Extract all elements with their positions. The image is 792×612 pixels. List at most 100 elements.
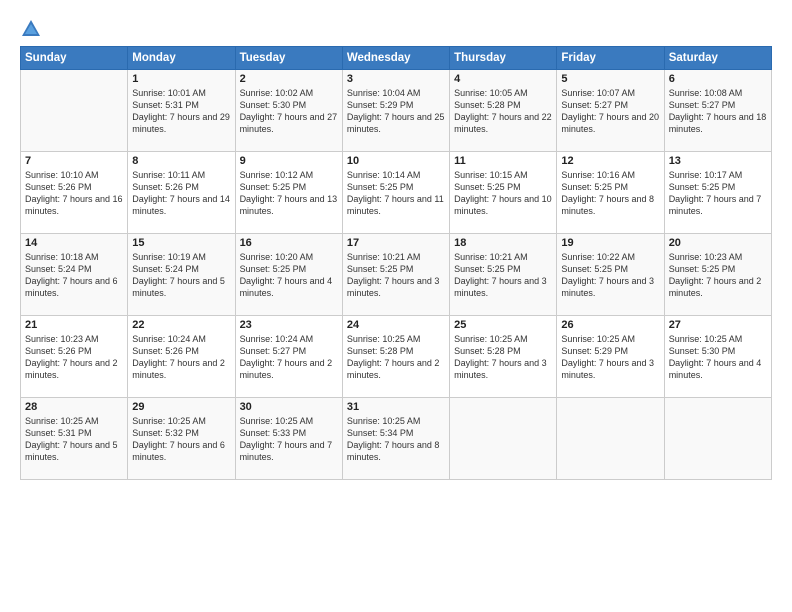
calendar-cell: 16 Sunrise: 10:20 AMSunset: 5:25 PMDaylig… — [235, 234, 342, 316]
calendar-cell: 6 Sunrise: 10:08 AMSunset: 5:27 PMDayligh… — [664, 70, 771, 152]
date-number: 24 — [347, 319, 445, 331]
cell-info: Sunrise: 10:17 AMSunset: 5:25 PMDaylight… — [669, 169, 767, 218]
calendar-cell: 5 Sunrise: 10:07 AMSunset: 5:27 PMDayligh… — [557, 70, 664, 152]
date-number: 26 — [561, 319, 659, 331]
calendar-week-row: 7Sunrise: 10:10 AMSunset: 5:26 PMDayligh… — [21, 152, 772, 234]
cell-info: Sunrise: 10:08 AMSunset: 5:27 PMDaylight… — [669, 87, 767, 136]
cell-info: Sunrise: 10:18 AMSunset: 5:24 PMDaylight… — [25, 251, 123, 300]
logo — [20, 18, 46, 40]
cell-info: Sunrise: 10:04 AMSunset: 5:29 PMDaylight… — [347, 87, 445, 136]
cell-info: Sunrise: 10:16 AMSunset: 5:25 PMDaylight… — [561, 169, 659, 218]
day-header: Monday — [128, 47, 235, 70]
date-number: 29 — [132, 401, 230, 413]
cell-info: Sunrise: 10:19 AMSunset: 5:24 PMDaylight… — [132, 251, 230, 300]
cell-info: Sunrise: 10:11 AMSunset: 5:26 PMDaylight… — [132, 169, 230, 218]
date-number: 19 — [561, 237, 659, 249]
date-number: 20 — [669, 237, 767, 249]
date-number: 30 — [240, 401, 338, 413]
date-number: 21 — [25, 319, 123, 331]
cell-info: Sunrise: 10:25 AMSunset: 5:31 PMDaylight… — [25, 415, 123, 464]
calendar-cell: 27 Sunrise: 10:25 AMSunset: 5:30 PMDaylig… — [664, 316, 771, 398]
calendar-cell: 3 Sunrise: 10:04 AMSunset: 5:29 PMDayligh… — [342, 70, 449, 152]
date-number: 16 — [240, 237, 338, 249]
calendar-week-row: 1 Sunrise: 10:01 AMSunset: 5:31 PMDayligh… — [21, 70, 772, 152]
date-number: 1 — [132, 73, 230, 85]
cell-info: Sunrise: 10:12 AMSunset: 5:25 PMDaylight… — [240, 169, 338, 218]
calendar-cell: 18 Sunrise: 10:21 AMSunset: 5:25 PMDaylig… — [450, 234, 557, 316]
calendar-cell: 9 Sunrise: 10:12 AMSunset: 5:25 PMDayligh… — [235, 152, 342, 234]
date-number: 12 — [561, 155, 659, 167]
date-number: 8 — [132, 155, 230, 167]
cell-info: Sunrise: 10:21 AMSunset: 5:25 PMDaylight… — [454, 251, 552, 300]
cell-info: Sunrise: 10:25 AMSunset: 5:34 PMDaylight… — [347, 415, 445, 464]
date-number: 27 — [669, 319, 767, 331]
calendar-cell: 1 Sunrise: 10:01 AMSunset: 5:31 PMDayligh… — [128, 70, 235, 152]
calendar-cell: 15Sunrise: 10:19 AMSunset: 5:24 PMDaylig… — [128, 234, 235, 316]
calendar-cell: 25 Sunrise: 10:25 AMSunset: 5:28 PMDaylig… — [450, 316, 557, 398]
calendar-cell — [664, 398, 771, 480]
cell-info: Sunrise: 10:15 AMSunset: 5:25 PMDaylight… — [454, 169, 552, 218]
calendar-cell: 31 Sunrise: 10:25 AMSunset: 5:34 PMDaylig… — [342, 398, 449, 480]
calendar-cell: 28 Sunrise: 10:25 AMSunset: 5:31 PMDaylig… — [21, 398, 128, 480]
cell-info: Sunrise: 10:07 AMSunset: 5:27 PMDaylight… — [561, 87, 659, 136]
calendar-cell: 17 Sunrise: 10:21 AMSunset: 5:25 PMDaylig… — [342, 234, 449, 316]
date-number: 25 — [454, 319, 552, 331]
cell-info: Sunrise: 10:24 AMSunset: 5:27 PMDaylight… — [240, 333, 338, 382]
calendar-cell: 20 Sunrise: 10:23 AMSunset: 5:25 PMDaylig… — [664, 234, 771, 316]
header-row: SundayMondayTuesdayWednesdayThursdayFrid… — [21, 47, 772, 70]
day-header: Friday — [557, 47, 664, 70]
calendar-cell: 11Sunrise: 10:15 AMSunset: 5:25 PMDaylig… — [450, 152, 557, 234]
calendar-cell: 10 Sunrise: 10:14 AMSunset: 5:25 PMDaylig… — [342, 152, 449, 234]
date-number: 9 — [240, 155, 338, 167]
cell-info: Sunrise: 10:14 AMSunset: 5:25 PMDaylight… — [347, 169, 445, 218]
calendar-cell: 24Sunrise: 10:25 AMSunset: 5:28 PMDaylig… — [342, 316, 449, 398]
cell-info: Sunrise: 10:25 AMSunset: 5:29 PMDaylight… — [561, 333, 659, 382]
cell-info: Sunrise: 10:25 AMSunset: 5:33 PMDaylight… — [240, 415, 338, 464]
cell-info: Sunrise: 10:23 AMSunset: 5:26 PMDaylight… — [25, 333, 123, 382]
cell-info: Sunrise: 10:21 AMSunset: 5:25 PMDaylight… — [347, 251, 445, 300]
day-header: Wednesday — [342, 47, 449, 70]
cell-info: Sunrise: 10:20 AMSunset: 5:25 PMDaylight… — [240, 251, 338, 300]
calendar-cell: 14 Sunrise: 10:18 AMSunset: 5:24 PMDaylig… — [21, 234, 128, 316]
date-number: 5 — [561, 73, 659, 85]
calendar-cell: 29 Sunrise: 10:25 AMSunset: 5:32 PMDaylig… — [128, 398, 235, 480]
date-number: 6 — [669, 73, 767, 85]
cell-info: Sunrise: 10:25 AMSunset: 5:30 PMDaylight… — [669, 333, 767, 382]
calendar-cell — [21, 70, 128, 152]
cell-info: Sunrise: 10:22 AMSunset: 5:25 PMDaylight… — [561, 251, 659, 300]
date-number: 31 — [347, 401, 445, 413]
calendar-cell: 4 Sunrise: 10:05 AMSunset: 5:28 PMDayligh… — [450, 70, 557, 152]
calendar-cell: 12 Sunrise: 10:16 AMSunset: 5:25 PMDaylig… — [557, 152, 664, 234]
calendar-cell: 26 Sunrise: 10:25 AMSunset: 5:29 PMDaylig… — [557, 316, 664, 398]
calendar-cell: 30 Sunrise: 10:25 AMSunset: 5:33 PMDaylig… — [235, 398, 342, 480]
day-header: Tuesday — [235, 47, 342, 70]
page: SundayMondayTuesdayWednesdayThursdayFrid… — [0, 0, 792, 612]
date-number: 10 — [347, 155, 445, 167]
date-number: 14 — [25, 237, 123, 249]
cell-info: Sunrise: 10:23 AMSunset: 5:25 PMDaylight… — [669, 251, 767, 300]
date-number: 17 — [347, 237, 445, 249]
logo-icon — [20, 18, 42, 40]
cell-info: Sunrise: 10:10 AMSunset: 5:26 PMDaylight… — [25, 169, 123, 218]
date-number: 2 — [240, 73, 338, 85]
calendar-cell — [450, 398, 557, 480]
calendar-cell: 13 Sunrise: 10:17 AMSunset: 5:25 PMDaylig… — [664, 152, 771, 234]
calendar-cell — [557, 398, 664, 480]
date-number: 3 — [347, 73, 445, 85]
date-number: 22 — [132, 319, 230, 331]
calendar-cell: 23Sunrise: 10:24 AMSunset: 5:27 PMDaylig… — [235, 316, 342, 398]
calendar-week-row: 14 Sunrise: 10:18 AMSunset: 5:24 PMDaylig… — [21, 234, 772, 316]
cell-info: Sunrise: 10:25 AMSunset: 5:28 PMDaylight… — [454, 333, 552, 382]
day-header: Sunday — [21, 47, 128, 70]
date-number: 4 — [454, 73, 552, 85]
date-number: 13 — [669, 155, 767, 167]
cell-info: Sunrise: 10:01 AMSunset: 5:31 PMDaylight… — [132, 87, 230, 136]
cell-info: Sunrise: 10:05 AMSunset: 5:28 PMDaylight… — [454, 87, 552, 136]
calendar-cell: 8 Sunrise: 10:11 AMSunset: 5:26 PMDayligh… — [128, 152, 235, 234]
date-number: 18 — [454, 237, 552, 249]
calendar-cell: 19 Sunrise: 10:22 AMSunset: 5:25 PMDaylig… — [557, 234, 664, 316]
date-number: 28 — [25, 401, 123, 413]
calendar-week-row: 21 Sunrise: 10:23 AMSunset: 5:26 PMDaylig… — [21, 316, 772, 398]
cell-info: Sunrise: 10:25 AMSunset: 5:32 PMDaylight… — [132, 415, 230, 464]
calendar-cell: 22Sunrise: 10:24 AMSunset: 5:26 PMDaylig… — [128, 316, 235, 398]
